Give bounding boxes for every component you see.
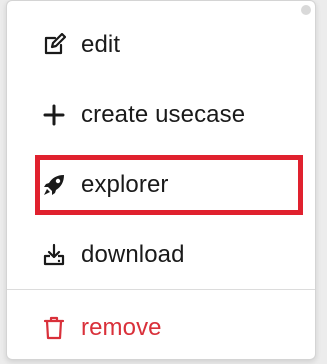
plus-icon <box>41 102 67 128</box>
menu-item-label: download <box>81 241 185 268</box>
trash-icon <box>41 315 67 341</box>
menu-item-edit[interactable]: edit <box>7 19 315 71</box>
menu-item-label: create usecase <box>81 101 246 128</box>
menu-divider <box>7 289 315 290</box>
menu-item-remove[interactable]: remove <box>7 302 315 354</box>
menu-item-create-usecase[interactable]: create usecase <box>7 89 315 141</box>
rocket-icon <box>41 172 67 198</box>
download-icon <box>41 242 67 268</box>
menu-item-explorer[interactable]: explorer <box>7 159 315 211</box>
context-menu: edit create usecase explorer download re… <box>6 0 316 360</box>
menu-item-download[interactable]: download <box>7 229 315 281</box>
menu-item-label: explorer <box>81 171 169 198</box>
scrollbar-handle[interactable] <box>301 5 311 15</box>
edit-icon <box>41 32 67 58</box>
menu-item-label: edit <box>81 31 121 58</box>
menu-item-label: remove <box>81 314 162 341</box>
